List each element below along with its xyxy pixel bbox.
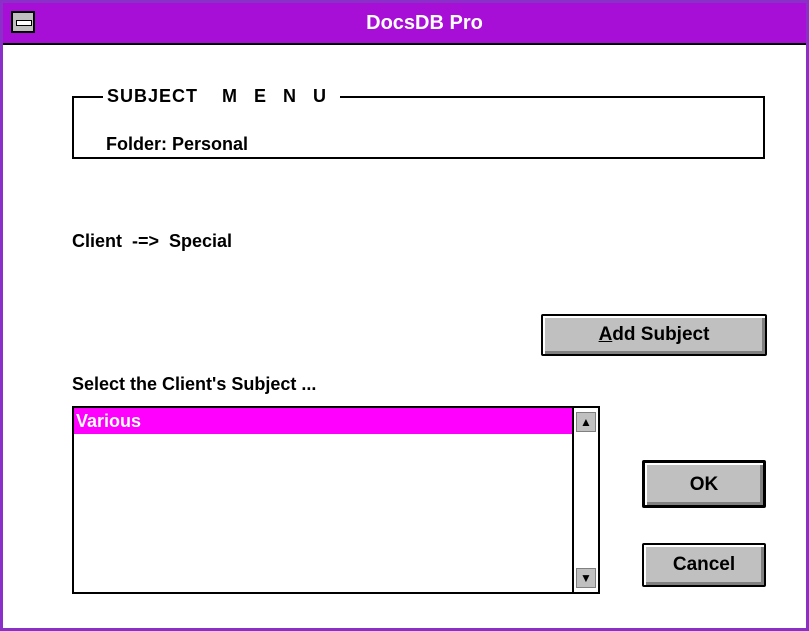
- list-item[interactable]: Various: [74, 408, 572, 434]
- select-subject-label: Select the Client's Subject ...: [72, 374, 317, 394]
- client-line: Client -=> Special: [72, 231, 233, 251]
- system-menu-bar: [16, 20, 32, 26]
- legend-menu: M E N U: [222, 86, 333, 106]
- folder-label: Folder: Personal: [106, 134, 249, 154]
- add-subject-button[interactable]: Add Subject: [541, 314, 767, 356]
- add-subject-accel: A: [598, 324, 613, 345]
- list-scrollbar[interactable]: ▲ ▼: [572, 408, 598, 592]
- system-menu-icon[interactable]: [11, 11, 35, 33]
- subject-list-items: Various: [74, 408, 572, 592]
- window-title: DocsDB Pro: [366, 12, 483, 34]
- scroll-up-arrow-icon[interactable]: ▲: [576, 412, 596, 432]
- title-bar[interactable]: DocsDB Pro: [3, 3, 806, 45]
- scroll-down-arrow-icon[interactable]: ▼: [576, 568, 596, 588]
- cancel-button[interactable]: Cancel: [642, 543, 766, 587]
- ok-button[interactable]: OK: [642, 460, 766, 508]
- add-subject-label: dd Subject: [612, 324, 710, 345]
- legend-subject: SUBJECT: [107, 86, 199, 106]
- group-legend: SUBJECT M E N U: [103, 85, 341, 107]
- subject-listbox[interactable]: Various ▲ ▼: [72, 406, 600, 594]
